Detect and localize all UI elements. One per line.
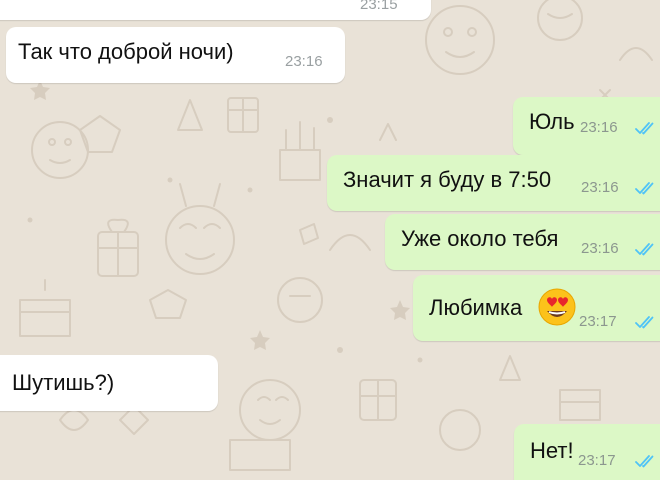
message-bubble-incoming[interactable]: Шутишь?) [0, 355, 218, 411]
message-text: Шутишь?) [12, 370, 115, 395]
message-bubble-incoming[interactable]: 23:15 [0, 0, 431, 20]
message-time: 23:16 [580, 119, 618, 136]
message-bubble-outgoing[interactable]: Нет! 23:17 [514, 424, 660, 480]
message-bubble-outgoing[interactable]: Уже около тебя 23:16 [385, 214, 660, 270]
message-text: Так что доброй ночи) [18, 39, 234, 64]
message-time: 23:16 [581, 179, 619, 196]
message-time: 23:15 [360, 0, 398, 13]
read-double-check-icon [635, 243, 654, 256]
message-time: 23:16 [285, 53, 323, 70]
message-bubble-incoming[interactable]: Так что доброй ночи) 23:16 [6, 27, 345, 83]
message-text: Нет! [530, 438, 574, 463]
message-text: Уже около тебя [401, 226, 559, 251]
read-double-check-icon [635, 182, 654, 195]
read-double-check-icon [635, 316, 654, 329]
message-bubble-outgoing[interactable]: Юль 23:16 [513, 97, 660, 155]
read-double-check-icon [635, 122, 654, 135]
message-text: Значит я буду в 7:50 [343, 167, 552, 192]
heart-eyes-emoji-icon [538, 288, 576, 326]
message-bubble-outgoing[interactable]: Любимка 23:17 [413, 275, 660, 341]
message-time: 23:17 [579, 313, 617, 330]
read-double-check-icon [635, 455, 654, 468]
message-time: 23:16 [581, 240, 619, 257]
message-time: 23:17 [578, 452, 616, 469]
message-text: Любимка [429, 295, 523, 320]
message-bubble-outgoing[interactable]: Значит я буду в 7:50 23:16 [327, 155, 660, 211]
message-text: Юль [529, 109, 575, 134]
